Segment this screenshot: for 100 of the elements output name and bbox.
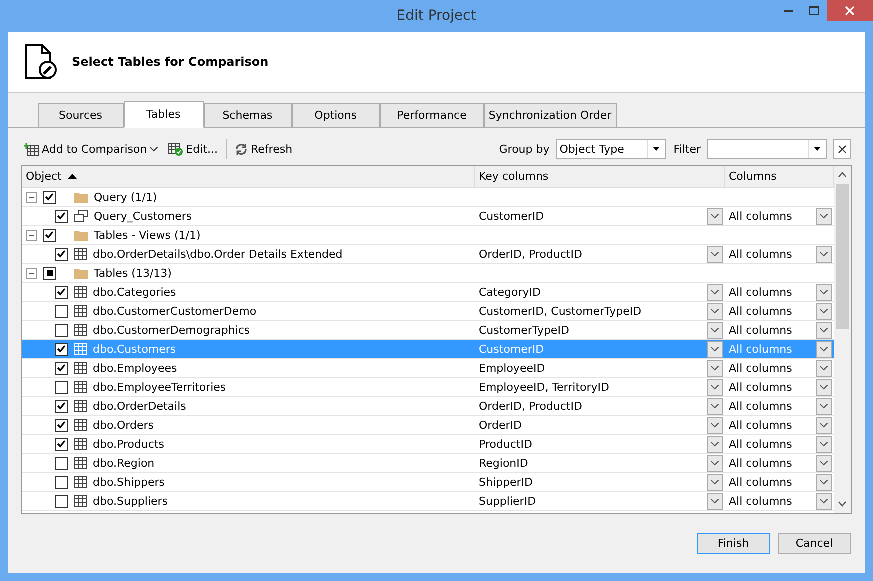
tab[interactable]: Sources xyxy=(38,103,124,127)
table-check-icon xyxy=(168,142,184,156)
chevron-down-icon xyxy=(820,290,828,294)
dialog-button[interactable]: Finish xyxy=(697,533,770,554)
columns-value: All columns xyxy=(729,286,792,298)
checkbox[interactable] xyxy=(55,304,68,318)
dropdown-button[interactable] xyxy=(816,322,832,338)
refresh-button[interactable]: Refresh xyxy=(233,140,295,158)
dropdown-button[interactable] xyxy=(816,378,832,396)
dropdown-button[interactable] xyxy=(816,340,832,358)
close-icon[interactable] xyxy=(827,0,873,21)
dropdown-button[interactable] xyxy=(816,284,832,300)
checkbox[interactable] xyxy=(55,286,68,298)
tab[interactable]: Tables xyxy=(124,101,204,128)
dropdown-button[interactable] xyxy=(707,208,723,224)
dropdown-button[interactable] xyxy=(816,492,832,510)
column-header[interactable]: Object xyxy=(22,166,475,187)
columns-value: All columns xyxy=(729,324,792,336)
dropdown-button[interactable] xyxy=(707,322,723,338)
object-name: dbo.Employees xyxy=(93,362,178,374)
columns-value: All columns xyxy=(729,456,792,470)
columns-value: All columns xyxy=(729,304,792,318)
dropdown-button[interactable] xyxy=(707,416,723,434)
key-columns-value: CustomerTypeID xyxy=(479,324,570,336)
dropdown-button[interactable] xyxy=(707,454,723,472)
checkbox[interactable] xyxy=(55,380,68,394)
chevron-down-icon xyxy=(711,214,719,218)
checkbox[interactable] xyxy=(55,400,68,412)
folder-icon xyxy=(74,268,88,278)
dialog-button[interactable]: Cancel xyxy=(778,533,851,554)
chevron-down-icon xyxy=(820,460,828,466)
table-add-icon xyxy=(24,142,39,156)
folder-icon xyxy=(74,230,88,240)
dropdown-button[interactable] xyxy=(816,360,832,376)
filter-label: Filter xyxy=(674,142,701,156)
collapse-toggle[interactable] xyxy=(26,192,37,202)
chevron-down-icon xyxy=(711,498,719,504)
dropdown-button[interactable] xyxy=(707,474,723,490)
add-to-comparison-button[interactable]: Add to Comparison xyxy=(22,140,160,158)
table-icon xyxy=(74,476,87,488)
column-header[interactable]: Key columns xyxy=(475,166,725,187)
group-label: Query (1/1) xyxy=(94,190,158,204)
tab[interactable]: Performance xyxy=(380,103,484,127)
object-name: dbo.Suppliers xyxy=(93,494,168,508)
dropdown-button[interactable] xyxy=(707,436,723,452)
group-by-dropdown[interactable]: Object Type xyxy=(556,139,666,159)
checkbox[interactable] xyxy=(55,324,68,336)
collapse-toggle[interactable] xyxy=(26,268,37,278)
chevron-down-icon xyxy=(711,422,719,428)
chevron-down-icon xyxy=(820,384,828,390)
checkbox[interactable] xyxy=(55,210,68,222)
dropdown-button[interactable] xyxy=(816,454,832,472)
columns-value: All columns xyxy=(729,476,792,488)
dropdown-button[interactable] xyxy=(816,436,832,452)
tab[interactable]: Options xyxy=(292,103,380,127)
edit-button[interactable]: Edit... xyxy=(166,140,220,158)
collapse-toggle[interactable] xyxy=(26,230,37,240)
vertical-scrollbar[interactable] xyxy=(834,166,851,513)
dropdown-button[interactable] xyxy=(707,492,723,510)
checkbox[interactable] xyxy=(55,494,68,508)
tab[interactable]: Schemas xyxy=(204,103,292,127)
dropdown-button[interactable] xyxy=(816,398,832,414)
checkbox[interactable] xyxy=(43,190,56,204)
dropdown-button[interactable] xyxy=(707,378,723,396)
close-icon[interactable] xyxy=(833,139,851,159)
chevron-down-icon xyxy=(820,346,828,352)
dropdown-button[interactable] xyxy=(816,246,832,262)
dropdown-button[interactable] xyxy=(707,284,723,300)
dropdown-button[interactable] xyxy=(816,302,832,320)
key-columns-value: CustomerID xyxy=(479,342,544,356)
key-columns-value: CategoryID xyxy=(479,286,541,298)
object-name: dbo.Region xyxy=(93,456,155,470)
key-columns-value: OrderID xyxy=(479,418,522,432)
dropdown-button[interactable] xyxy=(707,340,723,358)
checkbox[interactable] xyxy=(55,476,68,488)
checkbox[interactable] xyxy=(43,228,56,242)
columns-value: All columns xyxy=(729,418,792,432)
tab[interactable]: Synchronization Order xyxy=(484,103,617,127)
group-by-label: Group by xyxy=(499,142,550,156)
folder-icon xyxy=(74,192,88,202)
checkbox[interactable] xyxy=(55,248,68,260)
chevron-down-icon xyxy=(711,308,719,314)
checkbox[interactable] xyxy=(55,456,68,470)
checkbox[interactable] xyxy=(55,362,68,374)
table-icon xyxy=(74,324,87,336)
chevron-down-icon xyxy=(820,252,828,256)
columns-value: All columns xyxy=(729,380,792,394)
dropdown-button[interactable] xyxy=(707,302,723,320)
dropdown-button[interactable] xyxy=(707,398,723,414)
checkbox[interactable] xyxy=(55,418,68,432)
dropdown-button[interactable] xyxy=(816,416,832,434)
checkbox[interactable] xyxy=(55,438,68,450)
dropdown-button[interactable] xyxy=(707,360,723,376)
checkbox[interactable] xyxy=(55,342,68,356)
dropdown-button[interactable] xyxy=(707,246,723,262)
filter-field[interactable] xyxy=(707,139,827,159)
key-columns-value: OrderID, ProductID xyxy=(479,248,582,260)
dropdown-button[interactable] xyxy=(816,474,832,490)
dropdown-button[interactable] xyxy=(816,208,832,224)
checkbox[interactable] xyxy=(43,266,56,280)
